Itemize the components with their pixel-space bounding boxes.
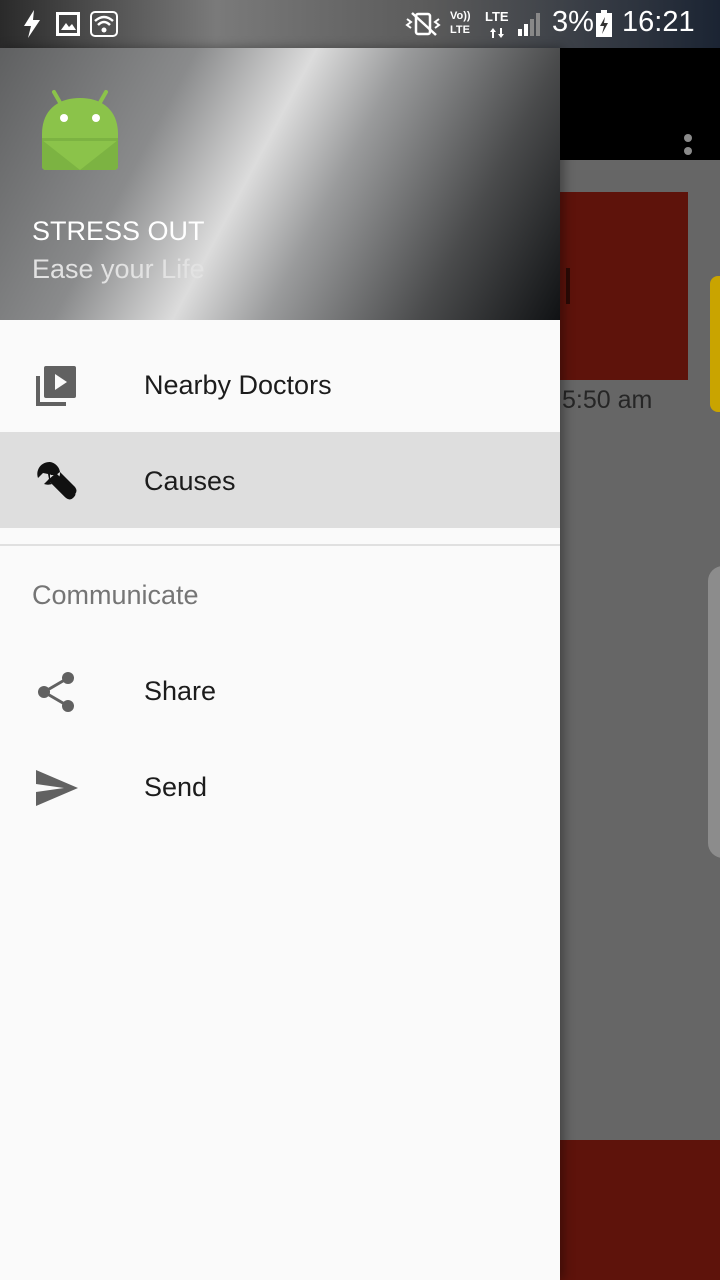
menu-item-causes[interactable]: Causes bbox=[0, 432, 560, 528]
image-icon bbox=[56, 8, 80, 40]
menu-item-label: Share bbox=[144, 676, 217, 706]
drawer-header: STRESS OUT Ease your Life bbox=[0, 48, 560, 320]
navigation-drawer: STRESS OUT Ease your Life Nearby Doctors… bbox=[0, 48, 560, 1280]
status-time: 16:21 bbox=[622, 6, 695, 38]
menu-item-send[interactable]: Send bbox=[0, 738, 560, 834]
app-tagline: Ease your Life bbox=[32, 254, 205, 284]
volte-lte-label: LTE bbox=[450, 24, 470, 36]
red-card bbox=[540, 192, 688, 380]
lte-label: LTE bbox=[485, 9, 509, 24]
card-mark bbox=[566, 268, 570, 304]
wrench-icon bbox=[34, 460, 78, 504]
card-time-text: 5:50 am bbox=[562, 386, 653, 414]
drawer-divider bbox=[0, 544, 560, 546]
volte-label: Vo)) bbox=[450, 10, 471, 22]
flash-icon bbox=[20, 8, 44, 40]
menu-item-share[interactable]: Share bbox=[0, 642, 560, 738]
menu-item-label: Nearby Doctors bbox=[144, 370, 332, 400]
menu-item-nearby-doctors[interactable]: Nearby Doctors bbox=[0, 336, 560, 432]
battery-charging-icon bbox=[594, 8, 614, 40]
vibrate-icon bbox=[404, 8, 442, 40]
wifi-icon bbox=[90, 8, 118, 40]
send-icon bbox=[34, 766, 78, 810]
section-header-communicate: Communicate bbox=[32, 580, 199, 610]
menu-item-label: Send bbox=[144, 772, 208, 802]
share-icon bbox=[34, 670, 78, 714]
yellow-card-edge bbox=[710, 276, 720, 412]
app-name: STRESS OUT bbox=[32, 216, 205, 246]
menu-item-label: Causes bbox=[144, 466, 236, 496]
status-bar: Vo)) LTE LTE 3% 16:21 bbox=[0, 0, 720, 48]
signal-icon bbox=[516, 8, 544, 40]
data-arrows-icon bbox=[490, 28, 504, 38]
android-logo-icon bbox=[40, 88, 120, 172]
battery-percent: 3% bbox=[552, 6, 594, 38]
video-library-icon bbox=[34, 364, 78, 408]
card-edge bbox=[708, 566, 720, 858]
